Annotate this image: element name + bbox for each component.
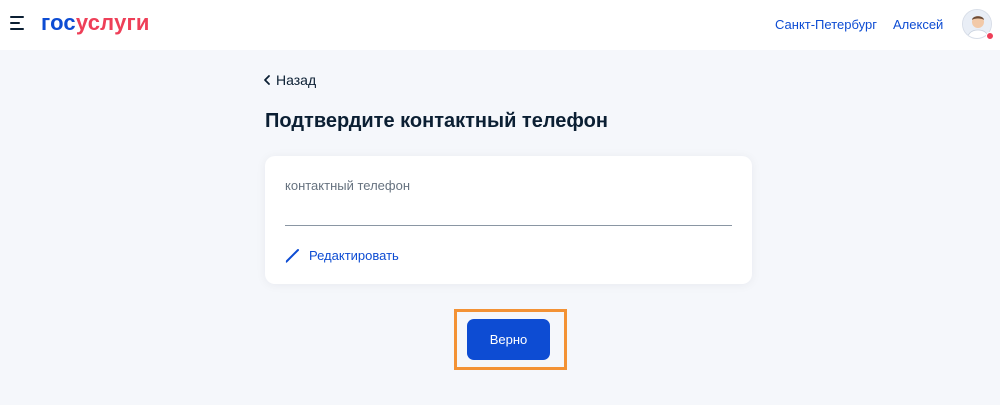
user-name-link[interactable]: Алексей: [893, 17, 943, 32]
header: госуслуги Санкт-Петербург Алексей: [0, 0, 1000, 50]
phone-field-value: [285, 194, 732, 216]
phone-card: контактный телефон Редактировать: [265, 156, 752, 284]
chevron-left-icon: [264, 75, 270, 85]
pencil-icon: [285, 249, 299, 263]
menu-icon[interactable]: [10, 16, 26, 30]
phone-field-underline: [285, 225, 732, 226]
notification-dot: [986, 32, 994, 40]
logo-part-gos: гос: [41, 10, 76, 35]
gosuslugi-logo[interactable]: госуслуги: [41, 10, 150, 36]
edit-label: Редактировать: [309, 247, 399, 263]
back-label: Назад: [276, 72, 317, 88]
phone-field-label: контактный телефон: [285, 178, 410, 193]
page-title: Подтвердите контактный телефон: [265, 110, 608, 132]
logo-part-uslugi: услуги: [75, 10, 150, 35]
back-link[interactable]: Назад: [262, 71, 316, 89]
edit-button[interactable]: Редактировать: [285, 245, 399, 265]
city-link[interactable]: Санкт-Петербург: [775, 17, 877, 32]
confirm-button[interactable]: Верно: [467, 319, 550, 360]
